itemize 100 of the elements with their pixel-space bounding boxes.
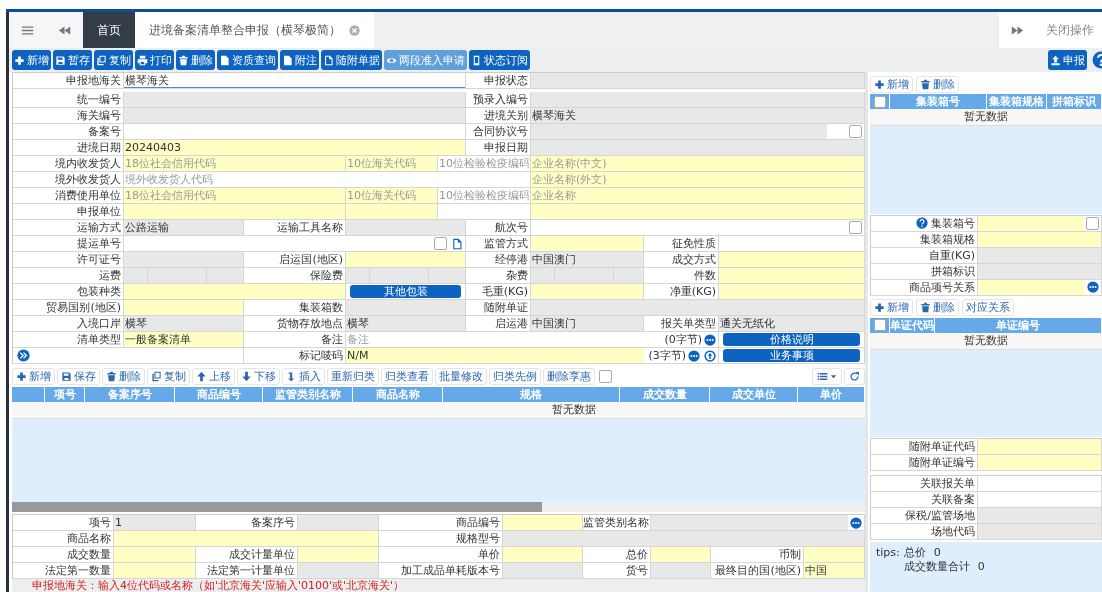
checkbox[interactable] [873, 95, 886, 108]
input-field[interactable] [978, 215, 1084, 231]
input-field[interactable] [531, 204, 864, 219]
scroll-right-button[interactable] [998, 12, 1036, 48]
input-field[interactable] [531, 140, 864, 155]
input-field[interactable] [298, 547, 378, 562]
input-field[interactable]: 中国澳门 [531, 316, 643, 331]
input-field[interactable] [719, 268, 864, 283]
input-field[interactable] [370, 268, 428, 283]
input-field[interactable] [346, 252, 465, 267]
more-icon[interactable] [704, 333, 716, 346]
input-field[interactable] [346, 300, 465, 315]
submit-button[interactable]: 申报 [1048, 50, 1087, 70]
input-field[interactable] [124, 300, 243, 315]
scrollbar-thumb[interactable] [12, 502, 542, 512]
toolbar-button[interactable]: 删除 [102, 368, 145, 385]
input-field[interactable]: N/M [346, 348, 645, 363]
input-field[interactable] [651, 515, 848, 530]
input-field[interactable]: 横琴海关 [531, 108, 864, 123]
input-field[interactable]: 企业名称(外文) [531, 172, 864, 187]
checkbox[interactable] [849, 125, 862, 138]
input-field[interactable] [978, 455, 1101, 470]
toolbar-button[interactable]: 重新归类 [327, 368, 379, 385]
toolbar-button[interactable]: 归类查看 [381, 368, 433, 385]
input-field[interactable]: 公路运输 [124, 220, 243, 235]
toolbar-button[interactable]: 复制 [147, 368, 190, 385]
input-field[interactable]: 18位社会信用代码 [124, 188, 345, 203]
tab[interactable]: 进境备案清单整合申报（横琴极简） [135, 12, 374, 48]
toolbar-button[interactable]: 上移 [192, 368, 235, 385]
tab[interactable]: 首页 [83, 12, 135, 48]
input-field[interactable]: 中国 [804, 563, 864, 578]
input-field[interactable] [124, 204, 345, 219]
input-field[interactable] [346, 220, 465, 235]
checkbox[interactable] [873, 319, 886, 331]
input-field[interactable] [651, 547, 710, 562]
input-field[interactable] [207, 268, 243, 283]
toolbar-button[interactable]: 对应关系 [962, 299, 1014, 316]
input-field[interactable] [148, 268, 206, 283]
toolbar-button[interactable]: 状态订阅 [469, 50, 530, 70]
input-field[interactable] [719, 284, 864, 299]
form-button[interactable]: 其他包装 [350, 285, 461, 298]
toolbar-button[interactable]: 附注 [280, 50, 319, 70]
document-icon[interactable] [451, 237, 463, 250]
input-field[interactable] [114, 547, 195, 562]
input-field[interactable] [503, 547, 582, 562]
toolbar-button[interactable]: 保存 [57, 368, 100, 385]
toolbar-button[interactable]: 删除 [916, 299, 959, 316]
toolbar-button[interactable]: 批量修改 [435, 368, 487, 385]
input-field[interactable]: 中国澳门 [531, 252, 643, 267]
toolbar-button[interactable]: 删除 [176, 50, 215, 70]
form-button[interactable]: 价格说明 [723, 333, 860, 346]
expand-icon[interactable] [17, 349, 30, 362]
input-field[interactable]: 横琴海关 [124, 73, 465, 88]
toolbar-button[interactable]: 打印 [135, 50, 174, 70]
input-field[interactable]: 1 [114, 515, 195, 530]
menu-button[interactable] [9, 12, 46, 48]
checkbox[interactable] [599, 370, 612, 383]
input-field[interactable] [804, 547, 864, 562]
input-field[interactable] [555, 268, 613, 283]
more-icon[interactable] [850, 516, 862, 529]
input-field[interactable] [531, 284, 643, 299]
input-field[interactable] [503, 515, 582, 530]
toolbar-button[interactable]: 新增 [12, 50, 51, 70]
input-field[interactable]: 20240403 [124, 140, 465, 155]
input-field[interactable] [114, 563, 195, 578]
input-field[interactable] [503, 531, 864, 546]
column-menu-button[interactable] [812, 368, 842, 385]
input-field[interactable]: 18位社会信用代码 [124, 156, 345, 171]
refresh-button[interactable] [844, 368, 865, 385]
close-icon[interactable] [349, 24, 360, 36]
toolbar-button[interactable]: 删除享惠 [543, 368, 595, 385]
checkbox[interactable] [434, 237, 447, 250]
input-field[interactable] [978, 508, 1101, 523]
input-field[interactable] [614, 268, 643, 283]
input-field[interactable] [978, 524, 1101, 539]
input-field[interactable] [531, 92, 864, 107]
input-field[interactable] [346, 204, 437, 219]
input-field[interactable] [429, 268, 465, 283]
toolbar-button[interactable]: 删除 [916, 75, 959, 93]
help-icon[interactable] [916, 217, 928, 229]
input-field[interactable] [124, 284, 345, 299]
input-field[interactable] [298, 563, 378, 578]
input-field[interactable] [531, 124, 827, 139]
input-field[interactable] [651, 563, 710, 578]
input-field[interactable] [978, 439, 1101, 454]
toolbar-button[interactable]: 资质查询 [217, 50, 278, 70]
input-field[interactable] [124, 92, 465, 107]
input-field[interactable]: 横琴 [124, 316, 243, 331]
input-field[interactable] [531, 300, 864, 315]
input-field[interactable] [719, 252, 864, 267]
input-field[interactable]: 10位海关代码 [346, 156, 437, 171]
input-field[interactable]: 10位检验检疫编码 [438, 156, 530, 171]
toolbar-button[interactable]: 新增 [870, 75, 913, 93]
toolbar-button[interactable]: 新增 [12, 368, 55, 385]
input-field[interactable] [124, 108, 465, 123]
input-field[interactable] [503, 563, 582, 578]
input-field[interactable]: 横琴 [346, 316, 465, 331]
upload-icon[interactable] [704, 349, 716, 362]
input-field[interactable]: 10位检验检疫编码 [438, 188, 530, 203]
toolbar-button[interactable]: 插入 [282, 368, 325, 385]
